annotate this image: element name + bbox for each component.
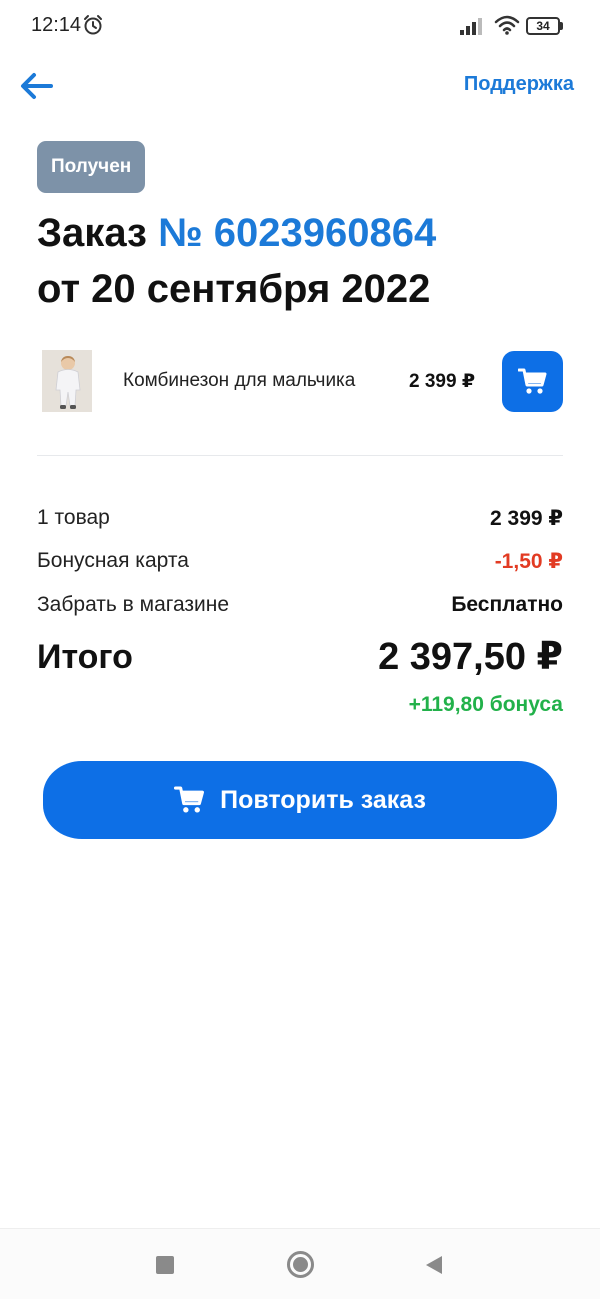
product-price: 2 399 ₽ bbox=[409, 371, 476, 392]
battery-icon: 34 bbox=[526, 17, 564, 35]
summary-pickup-value: Бесплатно bbox=[451, 593, 563, 616]
nav-back-icon[interactable] bbox=[424, 1255, 444, 1275]
order-title: Заказ № 6023960864 bbox=[37, 206, 436, 260]
order-title-prefix: Заказ bbox=[37, 211, 147, 255]
order-date: от 20 сентября 2022 bbox=[37, 267, 431, 311]
alarm-icon bbox=[84, 15, 102, 35]
signal-icon bbox=[460, 18, 482, 35]
product-row[interactable]: Комбинезон для мальчика 2 399 ₽ bbox=[37, 346, 563, 416]
status-time: 12:14 bbox=[31, 14, 82, 36]
summary-items-value: 2 399 ₽ bbox=[490, 507, 563, 530]
product-thumbnail[interactable] bbox=[42, 350, 92, 412]
summary-items-label: 1 товар bbox=[37, 506, 110, 529]
repeat-order-label: Повторить заказ bbox=[220, 785, 426, 814]
total-value: 2 397,50 ₽ bbox=[378, 636, 563, 678]
summary-bonus-card-value: -1,50 ₽ bbox=[494, 550, 563, 573]
repeat-order-button[interactable]: Повторить заказ bbox=[43, 761, 557, 839]
back-arrow-icon[interactable] bbox=[18, 66, 58, 106]
status-bar: 12:14 34 bbox=[0, 0, 600, 52]
total-label: Итого bbox=[37, 638, 133, 676]
cart-icon bbox=[517, 368, 546, 394]
product-name[interactable]: Комбинезон для мальчика bbox=[123, 370, 385, 392]
summary-bonus-card-label: Бонусная карта bbox=[37, 549, 189, 572]
divider bbox=[37, 455, 563, 456]
wifi-icon bbox=[494, 15, 520, 35]
summary-items-row: 1 товар 2 399 ₽ bbox=[37, 506, 563, 536]
add-to-cart-button[interactable] bbox=[502, 351, 563, 412]
nav-home-icon[interactable] bbox=[287, 1251, 314, 1278]
system-nav-bar bbox=[0, 1228, 600, 1299]
summary-bonus-card-row: Бонусная карта -1,50 ₽ bbox=[37, 549, 563, 579]
order-number[interactable]: № 6023960864 bbox=[158, 211, 436, 255]
cart-icon bbox=[174, 786, 205, 813]
battery-tip bbox=[560, 22, 563, 30]
support-link[interactable]: Поддержка bbox=[464, 73, 574, 96]
bonus-earned: +119,80 бонуса bbox=[408, 693, 563, 716]
nav-recents-icon[interactable] bbox=[156, 1256, 174, 1274]
summary-pickup-label: Забрать в магазине bbox=[37, 593, 230, 616]
order-status-badge: Получен bbox=[37, 141, 146, 193]
battery-level: 34 bbox=[526, 17, 560, 35]
summary-pickup-row: Забрать в магазине Бесплатно bbox=[37, 593, 563, 623]
